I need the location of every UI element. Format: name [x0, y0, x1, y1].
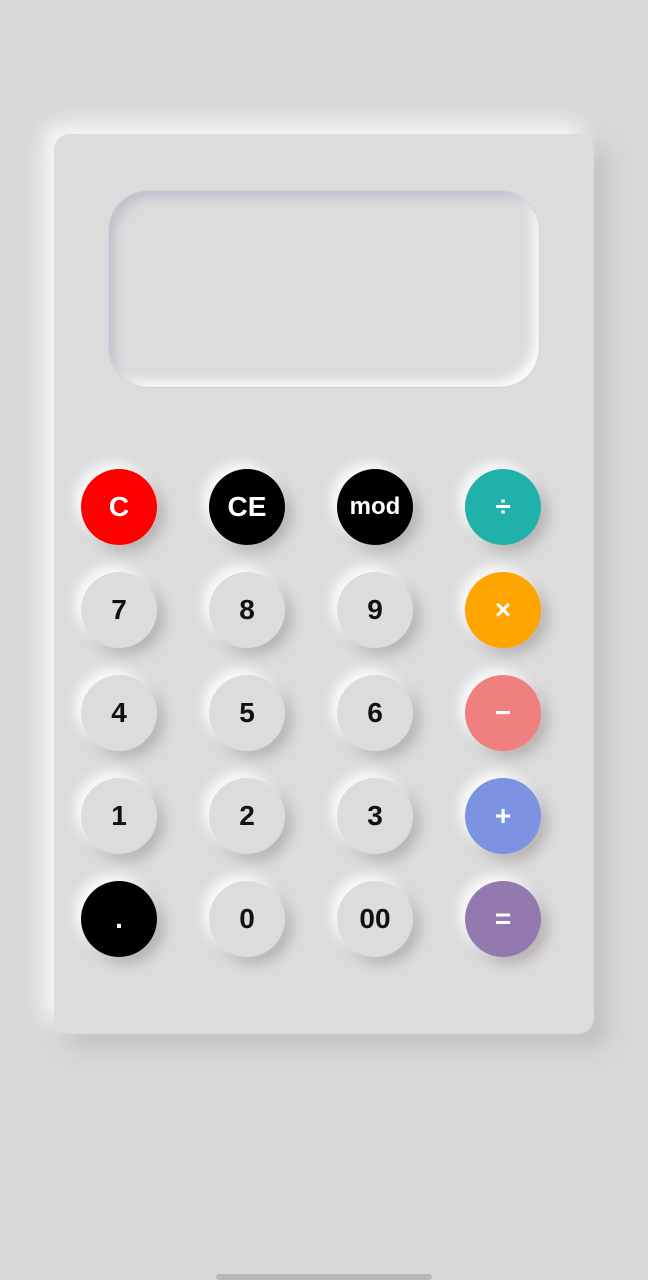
mod-button[interactable]: mod [337, 469, 413, 545]
digit-7-button[interactable]: 7 [81, 572, 157, 648]
keypad: C CE mod ÷ 7 8 9 × 4 5 6 − 1 2 3 + . 0 0… [81, 469, 565, 957]
decimal-button[interactable]: . [81, 881, 157, 957]
divide-button[interactable]: ÷ [465, 469, 541, 545]
digit-4-button[interactable]: 4 [81, 675, 157, 751]
digit-0-button[interactable]: 0 [209, 881, 285, 957]
clear-entry-button[interactable]: CE [209, 469, 285, 545]
digit-3-button[interactable]: 3 [337, 778, 413, 854]
home-indicator[interactable] [216, 1274, 432, 1280]
calculator-screen: C CE mod ÷ 7 8 9 × 4 5 6 − 1 2 3 + . 0 0… [0, 0, 648, 1280]
equals-button[interactable]: = [465, 881, 541, 957]
digit-1-button[interactable]: 1 [81, 778, 157, 854]
digit-5-button[interactable]: 5 [209, 675, 285, 751]
plus-button[interactable]: + [465, 778, 541, 854]
minus-button[interactable]: − [465, 675, 541, 751]
display-screen [108, 190, 540, 388]
clear-button[interactable]: C [81, 469, 157, 545]
digit-8-button[interactable]: 8 [209, 572, 285, 648]
digit-6-button[interactable]: 6 [337, 675, 413, 751]
multiply-button[interactable]: × [465, 572, 541, 648]
digit-9-button[interactable]: 9 [337, 572, 413, 648]
calculator-body: C CE mod ÷ 7 8 9 × 4 5 6 − 1 2 3 + . 0 0… [54, 134, 594, 1034]
digit-2-button[interactable]: 2 [209, 778, 285, 854]
double-zero-button[interactable]: 00 [337, 881, 413, 957]
